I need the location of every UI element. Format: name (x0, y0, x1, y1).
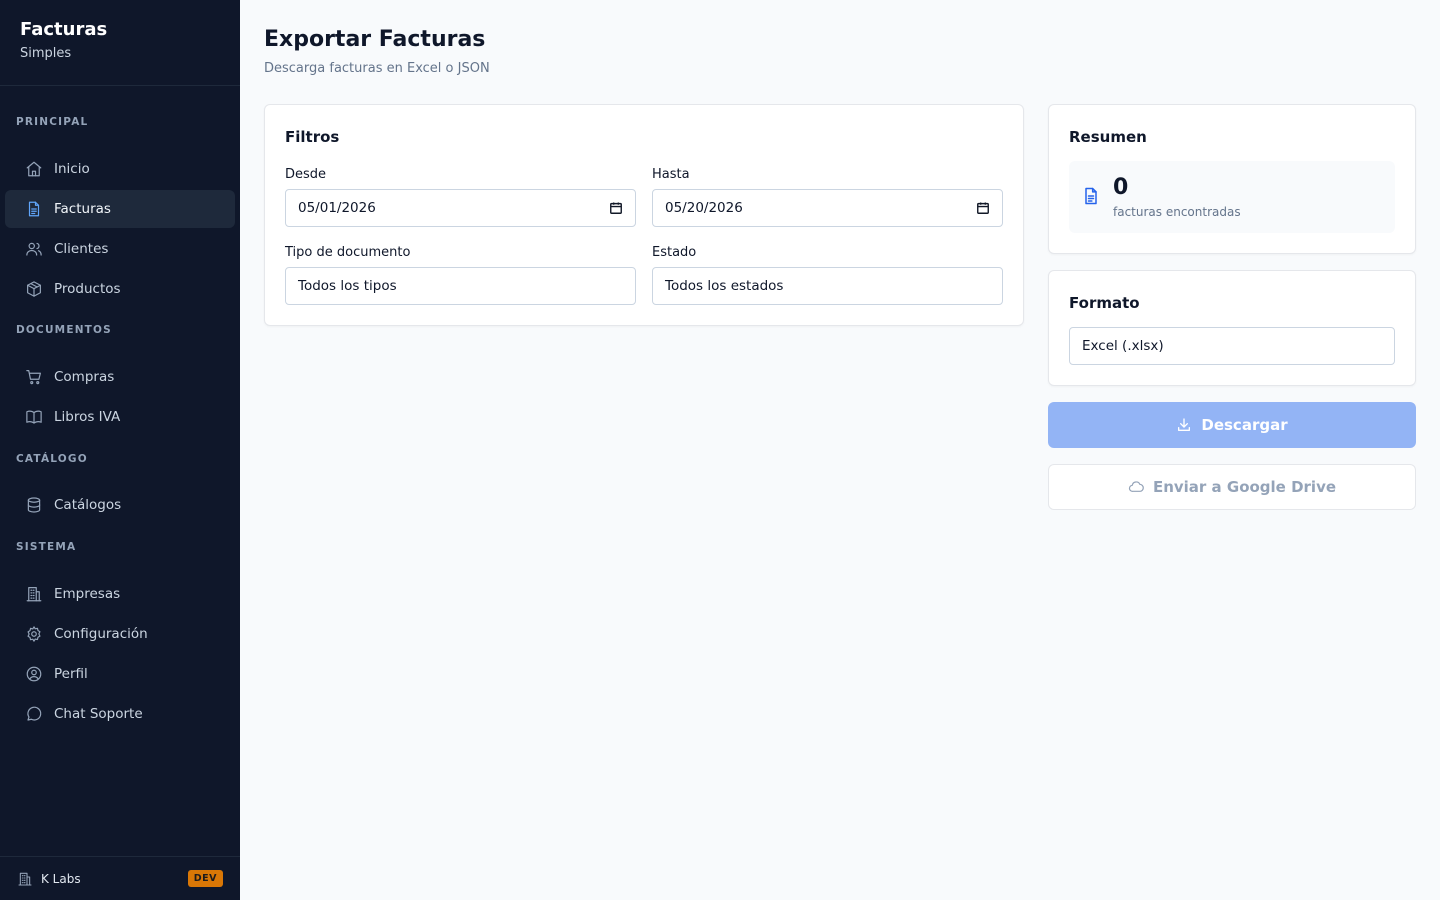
sidebar-item-inicio[interactable]: Inicio (5, 150, 235, 188)
sidebar-item-label: Configuración (54, 626, 148, 642)
hasta-value: 05/20/2026 (665, 200, 743, 216)
brand-title: Facturas (20, 19, 108, 40)
env-badge: DEV (187, 870, 223, 887)
nav-section-principal: PRINCIPAL Inicio Facturas Clientes Produ… (0, 114, 240, 310)
format-title: Formato (1069, 294, 1140, 312)
sidebar-footer[interactable]: K Labs DEV (0, 856, 240, 900)
brand-subtitle: Simples (20, 46, 72, 61)
sidebar-item-clientes[interactable]: Clientes (5, 230, 235, 268)
nav-section-label: DOCUMENTOS (16, 324, 112, 336)
tipo-documento-value: Todos los tipos (298, 278, 397, 294)
format-value: Excel (.xlsx) (1082, 338, 1164, 354)
sidebar-item-facturas[interactable]: Facturas (5, 190, 235, 228)
invoice-count: 0 (1113, 175, 1129, 200)
sidebar: Facturas Simples PRINCIPAL Inicio Factur… (0, 0, 240, 900)
database-icon (25, 496, 43, 514)
company-name: K Labs (41, 871, 81, 886)
sidebar-item-label: Clientes (54, 241, 109, 257)
nav-section-label: CATÁLOGO (16, 453, 88, 465)
cart-icon (25, 368, 43, 386)
sidebar-item-label: Libros IVA (54, 409, 121, 425)
cloud-icon (1128, 479, 1144, 495)
format-select[interactable]: Excel (.xlsx) (1069, 327, 1395, 365)
estado-label: Estado (652, 245, 697, 260)
chat-icon (25, 705, 43, 723)
sidebar-item-compras[interactable]: Compras (5, 358, 235, 396)
home-icon (25, 160, 43, 178)
sidebar-item-configuracion[interactable]: Configuración (5, 615, 235, 653)
send-google-drive-button[interactable]: Enviar a Google Drive (1048, 464, 1416, 510)
summary-card: Resumen 0 facturas encontradas (1048, 104, 1416, 254)
hasta-date-input[interactable]: 05/20/2026 (652, 189, 1003, 227)
desde-date-input[interactable]: 05/01/2026 (285, 189, 636, 227)
sidebar-item-label: Compras (54, 369, 115, 385)
tipo-documento-label: Tipo de documento (285, 245, 411, 260)
building-icon (17, 871, 33, 887)
sidebar-item-perfil[interactable]: Perfil (5, 655, 235, 693)
nav-section-documentos: DOCUMENTOS Compras Libros IVA (0, 322, 240, 438)
sidebar-item-libros-iva[interactable]: Libros IVA (5, 398, 235, 436)
sidebar-item-chat-soporte[interactable]: Chat Soporte (5, 695, 235, 733)
invoice-count-label: facturas encontradas (1113, 205, 1241, 219)
download-icon (1176, 417, 1192, 433)
book-icon (25, 408, 43, 426)
sidebar-item-label: Chat Soporte (54, 706, 143, 722)
nav-section-catalogo: CATÁLOGO Catálogos (0, 451, 240, 526)
page-subtitle: Descarga facturas en Excel o JSON (264, 61, 490, 76)
download-label: Descargar (1201, 416, 1288, 434)
filters-title: Filtros (285, 128, 340, 146)
summary-title: Resumen (1069, 128, 1147, 146)
calendar-icon[interactable] (609, 201, 623, 215)
hasta-label: Hasta (652, 167, 690, 182)
sidebar-item-label: Productos (54, 281, 121, 297)
desde-label: Desde (285, 167, 327, 182)
nav-section-label: SISTEMA (16, 541, 77, 553)
sidebar-item-empresas[interactable]: Empresas (5, 575, 235, 613)
file-text-icon (25, 200, 43, 218)
gear-icon (25, 625, 43, 643)
building-icon (25, 585, 43, 603)
page-title: Exportar Facturas (264, 27, 486, 52)
sidebar-item-label: Perfil (54, 666, 88, 682)
brand[interactable]: Facturas Simples (0, 0, 240, 86)
sidebar-item-label: Facturas (54, 201, 111, 217)
sidebar-item-label: Catálogos (54, 497, 122, 513)
sidebar-item-productos[interactable]: Productos (5, 270, 235, 308)
users-icon (25, 240, 43, 258)
download-button[interactable]: Descargar (1048, 402, 1416, 448)
sidebar-item-label: Empresas (54, 586, 121, 602)
format-card: Formato Excel (.xlsx) (1048, 270, 1416, 386)
user-circle-icon (25, 665, 43, 683)
sidebar-item-label: Inicio (54, 161, 90, 177)
package-icon (25, 280, 43, 298)
tipo-documento-select[interactable]: Todos los tipos (285, 267, 636, 305)
drive-label: Enviar a Google Drive (1152, 478, 1337, 496)
filters-card: Filtros Desde 05/01/2026 Hasta 05/20/202… (264, 104, 1024, 326)
nav-section-sistema: SISTEMA Empresas Configuración Perfil Ch… (0, 539, 240, 735)
summary-box: 0 facturas encontradas (1069, 161, 1395, 233)
sidebar-item-catalogos[interactable]: Catálogos (5, 486, 235, 524)
nav-section-label: PRINCIPAL (16, 116, 89, 128)
calendar-icon[interactable] (976, 201, 990, 215)
file-text-icon (1081, 185, 1101, 207)
estado-value: Todos los estados (665, 278, 784, 294)
desde-value: 05/01/2026 (298, 200, 376, 216)
estado-select[interactable]: Todos los estados (652, 267, 1003, 305)
